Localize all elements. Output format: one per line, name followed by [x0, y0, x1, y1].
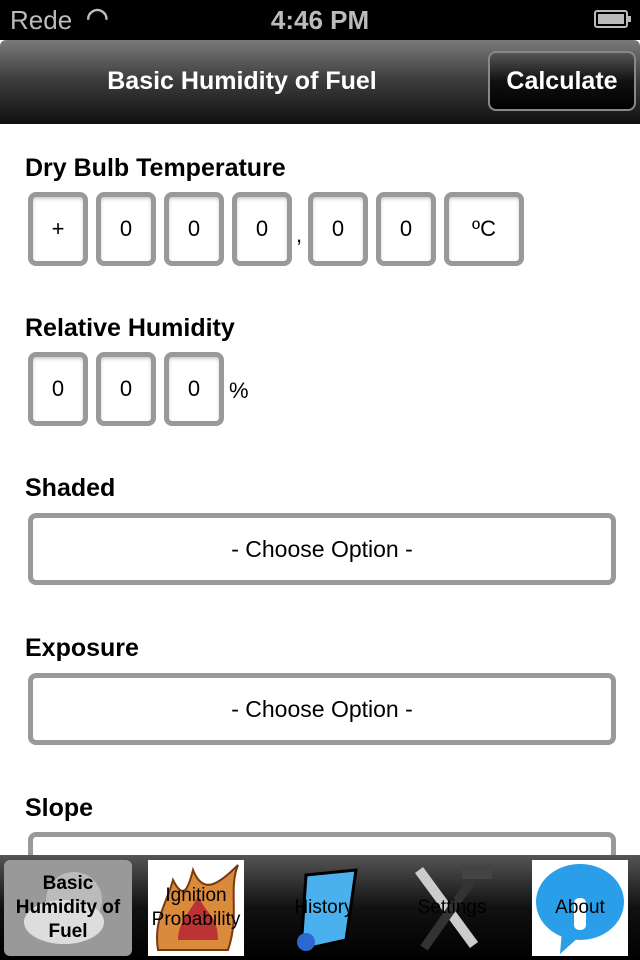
unit-field[interactable]: ºC	[444, 192, 524, 266]
status-bar: Rede ◠ 4:46 PM	[0, 0, 640, 40]
navigation-bar: Basic Humidity of Fuel Calculate	[0, 40, 640, 124]
tab-ignition-probability[interactable]: Ignition Probability	[148, 860, 244, 956]
dry-bulb-label: Dry Bulb Temperature	[25, 154, 286, 182]
digit-field[interactable]: 0	[308, 192, 368, 266]
digit-field[interactable]: 0	[232, 192, 292, 266]
calculate-button[interactable]: Calculate	[488, 51, 636, 111]
digit-field[interactable]: 0	[96, 352, 156, 426]
tab-bar: Basic Humidity of Fuel Ignition Probabil…	[0, 855, 640, 960]
shaded-label: Shaded	[25, 474, 116, 502]
page-title: Basic Humidity of Fuel	[107, 67, 377, 95]
tab-history[interactable]: History	[276, 860, 372, 956]
digit-field[interactable]: 0	[96, 192, 156, 266]
slope-label: Slope	[25, 794, 94, 822]
tab-label: About	[555, 897, 605, 918]
tab-label: Ignition Probability	[151, 885, 241, 930]
exposure-label: Exposure	[25, 634, 139, 662]
tab-label: Settings	[417, 897, 487, 918]
sign-field[interactable]: +	[28, 192, 88, 266]
humidity-label: Relative Humidity	[25, 314, 235, 342]
exposure-dropdown[interactable]: - Choose Option -	[28, 673, 616, 745]
decimal-separator: ,	[296, 222, 303, 247]
digit-field[interactable]: 0	[164, 352, 224, 426]
tab-label: History	[294, 897, 354, 918]
digit-field[interactable]: 0	[164, 192, 224, 266]
tab-basic-humidity[interactable]: Basic Humidity of Fuel	[4, 860, 132, 956]
battery-icon	[594, 10, 631, 28]
tab-about[interactable]: About	[532, 860, 628, 956]
shaded-dropdown[interactable]: - Choose Option -	[28, 513, 616, 585]
digit-field[interactable]: 0	[28, 352, 88, 426]
digit-field[interactable]: 0	[376, 192, 436, 266]
tab-settings[interactable]: Settings	[404, 860, 500, 956]
percent-unit: %	[229, 378, 249, 403]
tab-label: Basic Humidity of Fuel	[15, 873, 121, 942]
clock: 4:46 PM	[270, 5, 370, 35]
